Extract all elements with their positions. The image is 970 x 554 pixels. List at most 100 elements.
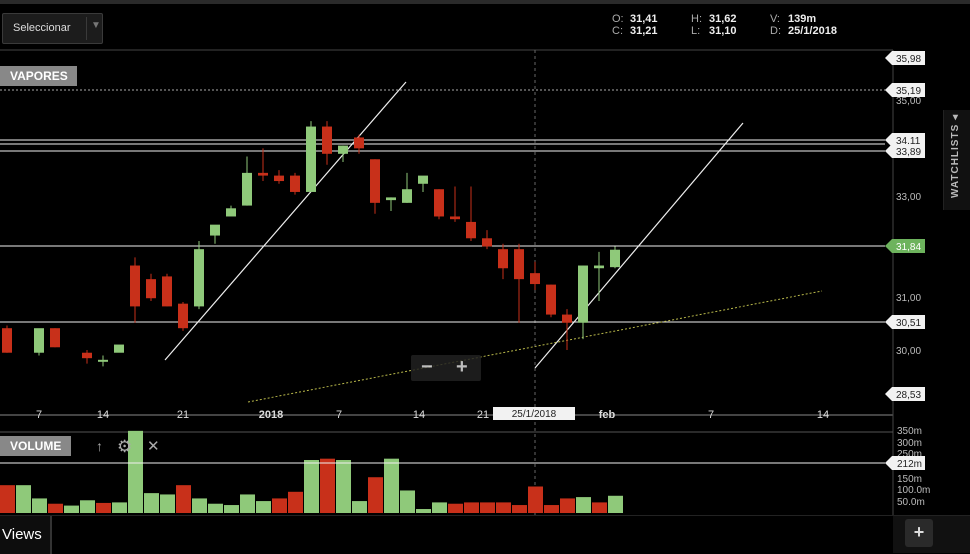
candle-body	[178, 303, 188, 329]
y-tick-label: 35,00	[896, 96, 921, 107]
candle-body	[530, 273, 540, 285]
volume-bar	[560, 498, 575, 513]
y-tick-label: 33,00	[896, 192, 921, 203]
volume-bar	[192, 498, 207, 513]
x-tick-label: 7	[708, 409, 714, 421]
candle-body	[274, 175, 284, 182]
candle-body	[434, 189, 444, 217]
x-tick-label: 21	[177, 409, 189, 421]
crosshair-date-label: 25/1/2018	[512, 409, 557, 420]
volume-bar	[544, 505, 559, 513]
volume-bar	[288, 491, 303, 513]
candle-body	[322, 126, 332, 154]
candle-body	[114, 344, 124, 353]
volume-bar	[48, 503, 63, 513]
volume-bar	[208, 503, 223, 513]
volume-bar	[80, 500, 95, 513]
volume-tick-label: 100.0m	[897, 485, 930, 496]
y-tick-label: 31,00	[896, 293, 921, 304]
watchlists-tab[interactable]: WATCHLISTS ◂	[943, 110, 970, 210]
volume-bar	[176, 485, 191, 513]
views-tab[interactable]: Views	[0, 516, 52, 554]
volume-bar	[352, 501, 367, 513]
volume-bar	[448, 503, 463, 513]
volume-bar	[144, 493, 159, 513]
candle-body	[258, 172, 268, 176]
candle-body	[578, 265, 588, 323]
candle-body	[2, 328, 12, 353]
x-tick-label: 14	[97, 409, 109, 421]
volume-bar	[272, 498, 287, 513]
volume-tick-label: 50.0m	[897, 497, 925, 508]
x-tick-label: 14	[413, 409, 425, 421]
price-level-label: 28,53	[896, 390, 921, 401]
candle-body	[482, 238, 492, 247]
zoom-controls: − +	[411, 355, 481, 381]
volume-bar	[608, 495, 623, 513]
zoom-out-button[interactable]: −	[421, 356, 433, 379]
price-level-label: 31,84	[896, 242, 921, 253]
candle-body	[34, 328, 44, 353]
candle-body	[162, 276, 172, 307]
volume-bar	[304, 460, 319, 513]
close-icon[interactable]: ✕	[147, 438, 160, 455]
stock-chart[interactable]: 7 14 21 2018 7 14 21 25/1/2018 feb 7 14 35,00 33,00…	[0, 0, 970, 515]
x-tick-label: 2018	[259, 409, 283, 421]
y-tick-label: 30,00	[896, 346, 921, 357]
zoom-in-button[interactable]: +	[456, 356, 468, 379]
add-view-button[interactable]: +	[905, 519, 933, 547]
candle-body	[450, 216, 460, 220]
volume-bar	[496, 502, 511, 513]
candle-body	[146, 279, 156, 299]
bottom-bar: Views	[0, 515, 970, 554]
candle-body	[354, 137, 364, 149]
volume-bar	[576, 497, 591, 513]
volume-bar	[416, 509, 431, 513]
price-pane-title: VAPORES	[0, 66, 77, 86]
volume-tick-label: 300m	[897, 438, 922, 449]
x-tick-label: 7	[36, 409, 42, 421]
gear-icon[interactable]: ⚙	[117, 437, 132, 456]
x-tick-label: 7	[336, 409, 342, 421]
candle-body	[242, 172, 252, 206]
candle-body	[498, 249, 508, 269]
volume-bar	[160, 494, 175, 513]
candle-body	[546, 284, 556, 315]
candle-body	[290, 175, 300, 192]
volume-bar	[64, 505, 79, 513]
candle-body	[50, 328, 60, 348]
volume-bar	[256, 501, 271, 513]
volume-bar	[464, 502, 479, 513]
volume-tick-label: 350m	[897, 426, 922, 437]
volume-bar	[528, 486, 543, 513]
arrow-up-icon[interactable]: ↑	[96, 438, 103, 454]
volume-bar	[336, 460, 351, 513]
price-level-label: 30,51	[896, 318, 921, 329]
candle-body	[370, 159, 380, 203]
volume-bar	[368, 477, 383, 513]
trendline-support[interactable]	[247, 290, 823, 403]
volume-level-label: 212m	[897, 459, 922, 470]
trendline-up-1[interactable]	[164, 81, 407, 361]
candle-body	[306, 126, 316, 192]
volume-bar	[224, 505, 239, 513]
candle-body	[562, 314, 572, 323]
volume-bar	[16, 485, 31, 513]
volume-bar	[432, 502, 447, 513]
x-tick-label: feb	[599, 409, 616, 421]
candle-body	[418, 175, 428, 184]
candle-body	[338, 145, 348, 154]
volume-bar	[512, 505, 527, 513]
price-level-label: 33,89	[896, 147, 921, 158]
volume-bar	[32, 498, 47, 513]
views-label: Views	[2, 526, 42, 543]
volume-bar	[0, 485, 15, 513]
candle-body	[402, 189, 412, 203]
watchlists-label: WATCHLISTS ◂	[950, 113, 961, 198]
candle-body	[226, 208, 236, 217]
candle-body	[610, 249, 620, 268]
candle-body	[466, 221, 476, 239]
candle-body	[194, 249, 204, 307]
volume-bar	[592, 502, 607, 513]
price-level-label: 35,98	[896, 54, 921, 65]
